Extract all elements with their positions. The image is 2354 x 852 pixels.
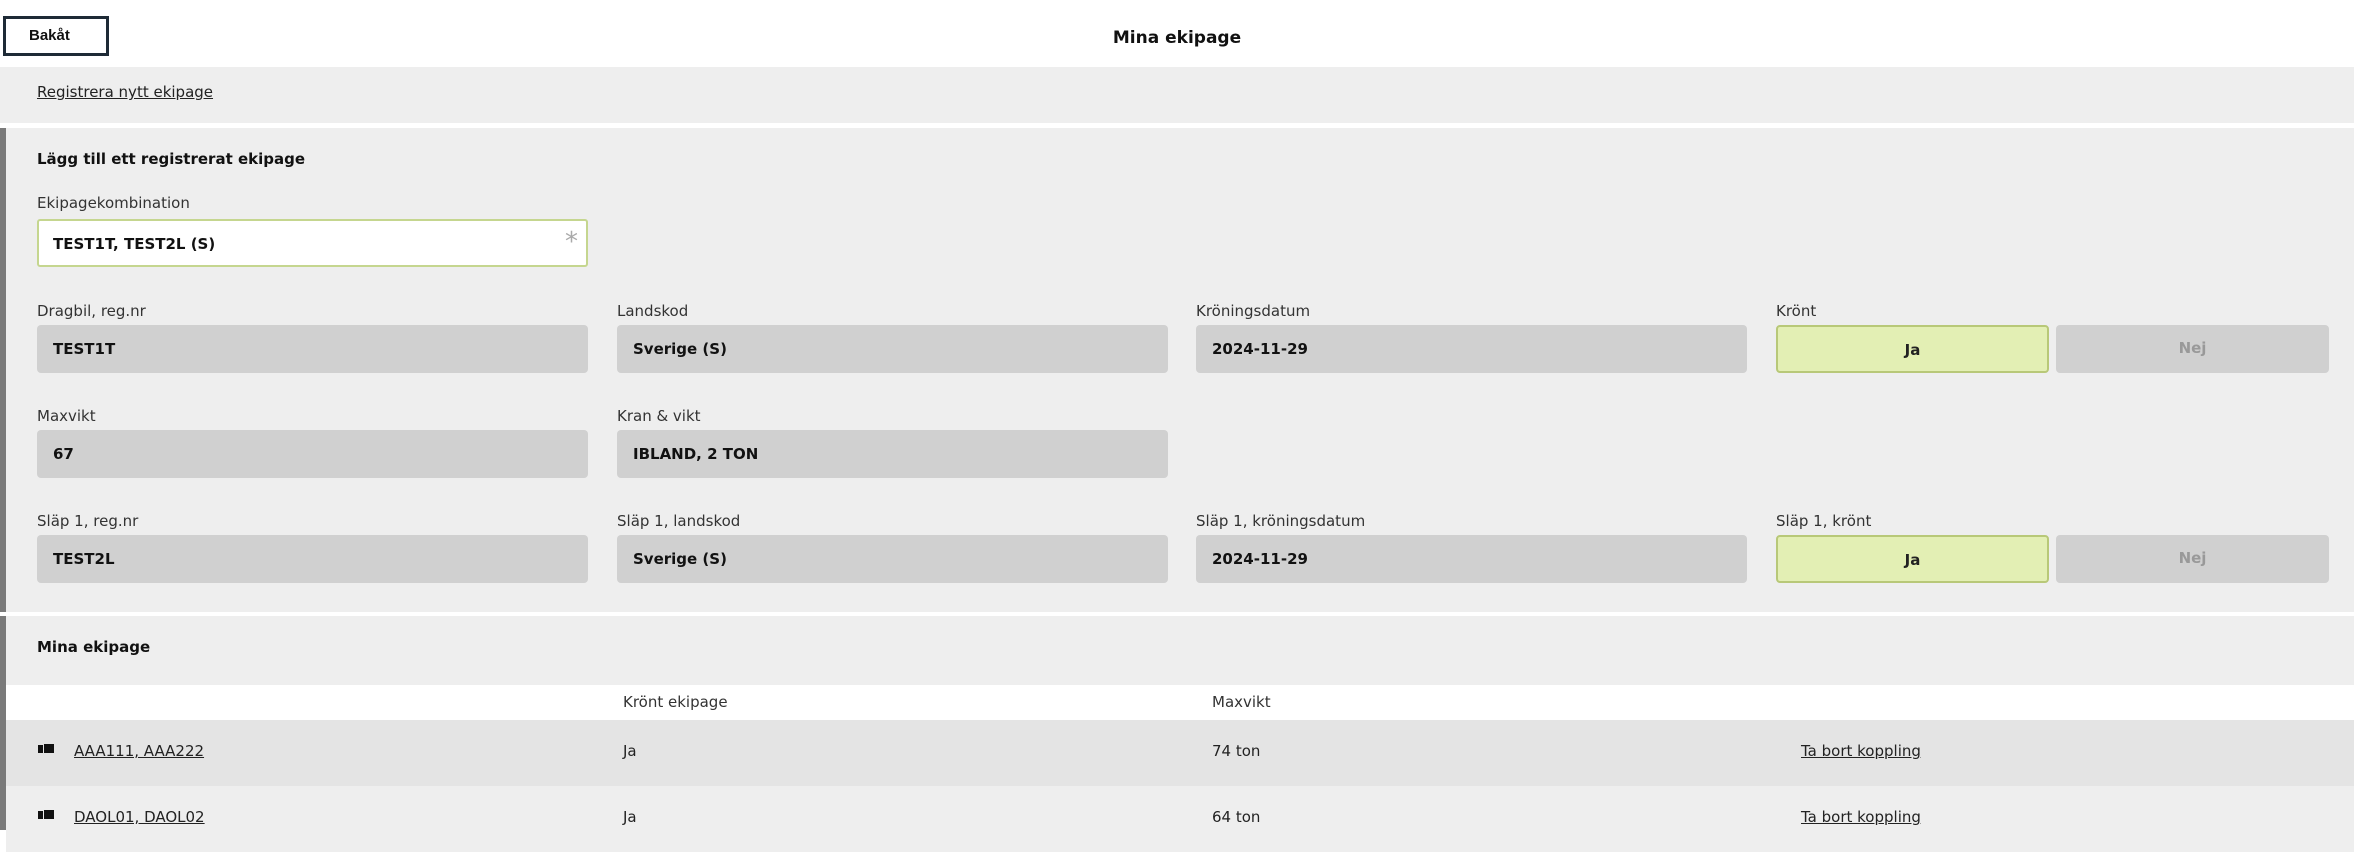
truck-icon <box>38 810 54 819</box>
dragbil-field[interactable]: TEST1T <box>37 325 588 373</box>
combination-label: Ekipagekombination <box>37 194 190 212</box>
section-title: Lägg till ett registrerat ekipage <box>37 150 306 168</box>
maxvikt-cell: 64 ton <box>1212 808 1261 826</box>
register-bar: Registrera nytt ekipage <box>0 67 2354 123</box>
kroningsdatum-value: 2024-11-29 <box>1212 340 1308 358</box>
landskod-field[interactable]: Sverige (S) <box>617 325 1168 373</box>
remove-coupling-link[interactable]: Ta bort koppling <box>1801 808 1921 826</box>
combination-value: TEST1T, TEST2L (S) <box>53 235 216 253</box>
kront-cell: Ja <box>623 742 637 760</box>
required-asterisk-icon: * <box>565 227 578 257</box>
dragbil-value: TEST1T <box>53 340 116 358</box>
add-equipage-section: Lägg till ett registrerat ekipage Ekipag… <box>0 128 2354 612</box>
dragbil-label: Dragbil, reg.nr <box>37 302 146 320</box>
column-header-maxvikt: Maxvikt <box>1212 693 1271 711</box>
my-equipages-title: Mina ekipage <box>37 638 151 656</box>
kroningsdatum-label: Kröningsdatum <box>1196 302 1311 320</box>
table-row: AAA111, AAA222 Ja 74 ton Ta bort kopplin… <box>6 720 2354 786</box>
kront-no-button[interactable]: Nej <box>2056 325 2329 373</box>
slap1-landskod-field[interactable]: Sverige (S) <box>617 535 1168 583</box>
kront-yes-button[interactable]: Ja <box>1776 325 2049 373</box>
slap1-kront-no-button[interactable]: Nej <box>2056 535 2329 583</box>
slap1-kront-yes-button[interactable]: Ja <box>1776 535 2049 583</box>
maxvikt-cell: 74 ton <box>1212 742 1261 760</box>
equipage-link[interactable]: AAA111, AAA222 <box>74 742 204 760</box>
kran-vikt-value: IBLAND, 2 TON <box>633 445 759 463</box>
kran-vikt-field[interactable]: IBLAND, 2 TON <box>617 430 1168 478</box>
slap1-landskod-value: Sverige (S) <box>633 550 727 568</box>
kront-cell: Ja <box>623 808 637 826</box>
kront-label: Krönt <box>1776 302 1817 320</box>
table-row: DAOL01, DAOL02 Ja 64 ton Ta bort kopplin… <box>6 786 2354 852</box>
landskod-label: Landskod <box>617 302 689 320</box>
register-new-link[interactable]: Registrera nytt ekipage <box>37 83 213 101</box>
truck-icon <box>38 744 54 753</box>
slap1-kroningsdatum-value: 2024-11-29 <box>1212 550 1308 568</box>
maxvikt-label: Maxvikt <box>37 407 96 425</box>
kran-vikt-label: Kran & vikt <box>617 407 701 425</box>
equipage-link[interactable]: DAOL01, DAOL02 <box>74 808 205 826</box>
slap1-landskod-label: Släp 1, landskod <box>617 512 741 530</box>
my-equipages-section: Mina ekipage Krönt ekipage Maxvikt AAA11… <box>0 616 2354 852</box>
slap1-kroningsdatum-label: Släp 1, kröningsdatum <box>1196 512 1366 530</box>
kroningsdatum-field[interactable]: 2024-11-29 <box>1196 325 1747 373</box>
table-header: Krönt ekipage Maxvikt <box>6 685 2354 720</box>
slap1-reg-value: TEST2L <box>53 550 115 568</box>
slap1-kront-label: Släp 1, krönt <box>1776 512 1872 530</box>
combination-select[interactable]: TEST1T, TEST2L (S) * <box>37 219 588 267</box>
page-title: Mina ekipage <box>1112 28 1242 48</box>
maxvikt-field[interactable]: 67 <box>37 430 588 478</box>
column-header-kront: Krönt ekipage <box>623 693 728 711</box>
landskod-value: Sverige (S) <box>633 340 727 358</box>
slap1-reg-label: Släp 1, reg.nr <box>37 512 139 530</box>
slap1-kroningsdatum-field[interactable]: 2024-11-29 <box>1196 535 1747 583</box>
maxvikt-value: 67 <box>53 445 74 463</box>
slap1-reg-field[interactable]: TEST2L <box>37 535 588 583</box>
top-bar: Bakåt Mina ekipage <box>0 0 2354 66</box>
remove-coupling-link[interactable]: Ta bort koppling <box>1801 742 1921 760</box>
